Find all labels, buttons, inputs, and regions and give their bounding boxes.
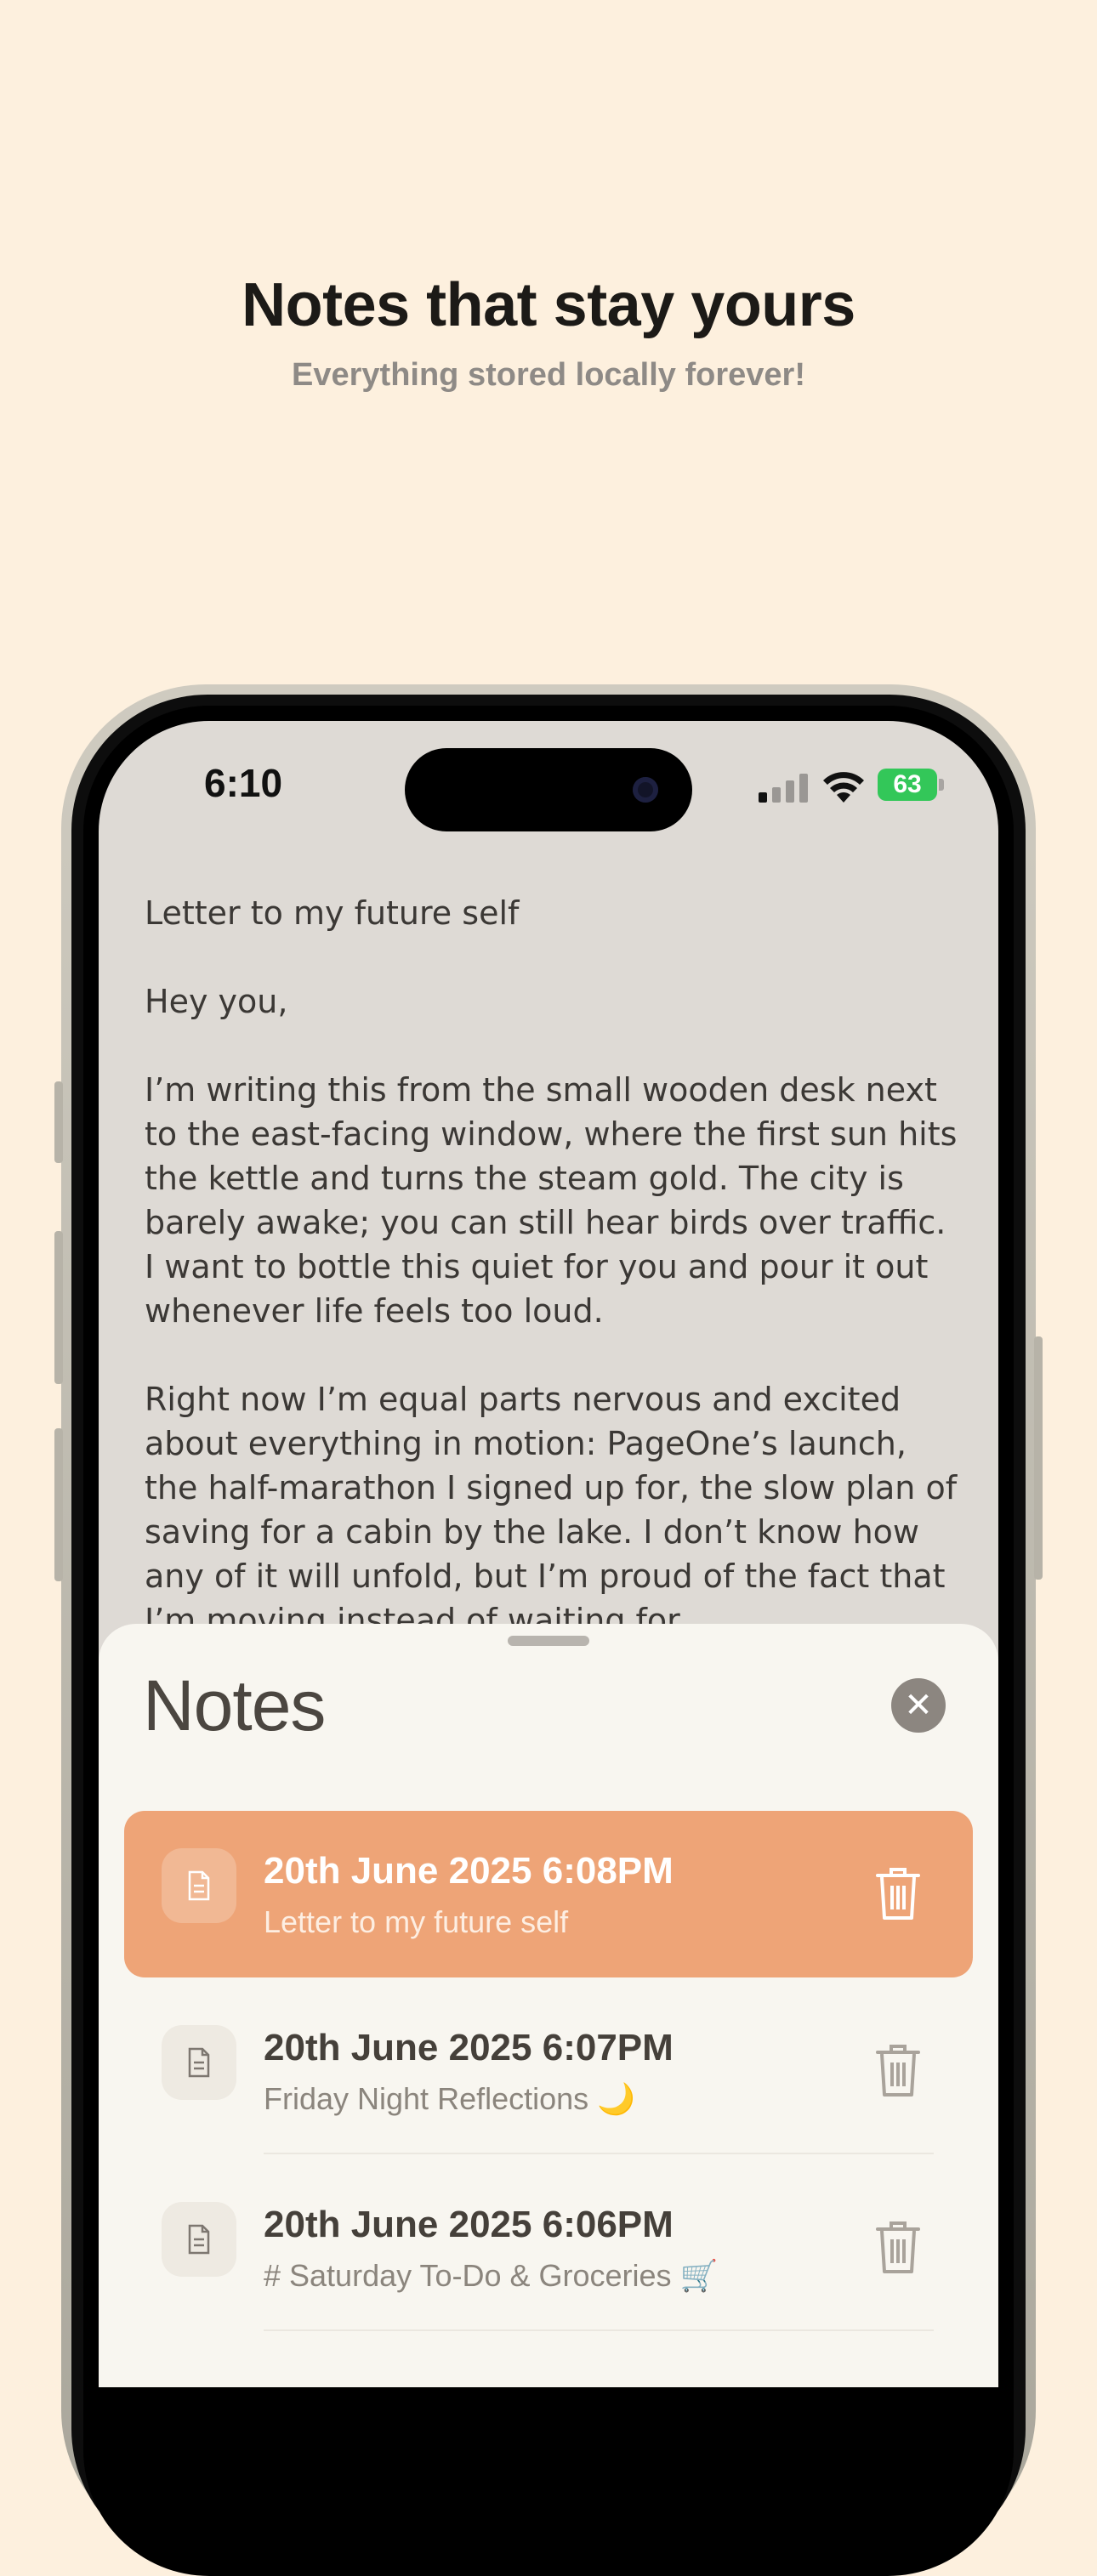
dynamic-island xyxy=(405,748,692,831)
document-icon xyxy=(162,2025,236,2100)
note-date: 20th June 2025 6:07PM xyxy=(264,2027,674,2068)
phone-screen: 6:10 63 Letter to my future self Hey you… xyxy=(99,721,998,2387)
row-divider xyxy=(264,2329,934,2331)
volume-up-button xyxy=(54,1231,63,1384)
power-button xyxy=(1034,1336,1043,1580)
battery-icon: 63 xyxy=(878,769,937,801)
sheet-title: Notes xyxy=(143,1665,326,1745)
close-button[interactable]: ✕ xyxy=(891,1678,946,1733)
status-time: 6:10 xyxy=(204,761,283,805)
notes-sheet: Notes ✕ 20th June 2025 6:08PM Letter to … xyxy=(99,1624,998,2387)
note-paragraph: I’m writing this from the small wooden d… xyxy=(145,1071,958,1330)
note-date: 20th June 2025 6:08PM xyxy=(264,1850,674,1892)
sheet-grabber[interactable] xyxy=(508,1636,589,1646)
note-body[interactable]: Letter to my future self Hey you, I’m wr… xyxy=(145,891,961,1687)
hero-title: Notes that stay yours xyxy=(242,271,855,339)
note-snippet: Letter to my future self xyxy=(264,1904,569,1939)
note-title: Letter to my future self xyxy=(145,894,520,932)
note-date: 20th June 2025 6:06PM xyxy=(264,2204,674,2245)
close-icon: ✕ xyxy=(904,1687,933,1724)
note-snippet: Friday Night Reflections 🌙 xyxy=(264,2081,635,2116)
hero-subtitle: Everything stored locally forever! xyxy=(292,357,805,393)
trash-icon[interactable] xyxy=(874,2042,922,2098)
signal-icon xyxy=(759,774,808,803)
row-divider xyxy=(264,2153,934,2154)
note-list-item[interactable]: 20th June 2025 6:08PM Letter to my futur… xyxy=(124,1811,973,1977)
camera-icon xyxy=(633,777,658,803)
volume-down-button xyxy=(54,1428,63,1581)
battery-level: 63 xyxy=(893,770,922,798)
note-list-item[interactable]: 20th June 2025 6:06PM # Saturday To-Do &… xyxy=(124,2165,973,2331)
wifi-icon xyxy=(823,772,864,803)
note-snippet: # Saturday To-Do & Groceries 🛒 xyxy=(264,2258,719,2293)
note-greeting: Hey you, xyxy=(145,983,288,1020)
battery-tip xyxy=(939,779,944,791)
note-list-item[interactable]: 20th June 2025 6:07PM Friday Night Refle… xyxy=(124,1988,973,2154)
trash-icon[interactable] xyxy=(874,2219,922,2275)
note-paragraph: Right now I’m equal parts nervous and ex… xyxy=(145,1381,958,1639)
action-button xyxy=(54,1081,63,1163)
trash-icon[interactable] xyxy=(874,1865,922,1921)
document-icon xyxy=(162,1848,236,1923)
document-icon xyxy=(162,2202,236,2277)
